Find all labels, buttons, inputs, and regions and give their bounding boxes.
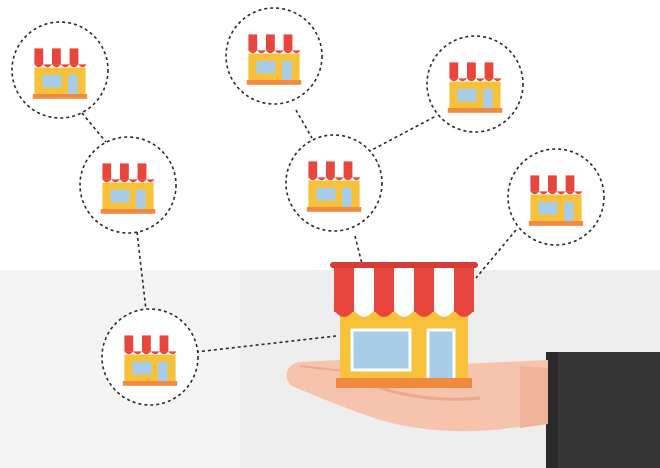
storefront-icon: [246, 34, 302, 85]
storefront-icon: [32, 48, 88, 99]
store-node: [101, 308, 199, 406]
store-node: [11, 21, 109, 119]
edge-store1-store2: [81, 112, 107, 143]
store-node: [507, 148, 605, 246]
central-store: [330, 262, 478, 388]
storefront-icon: [122, 335, 178, 386]
storefront-icon: [447, 62, 503, 113]
edge-store4-store5: [295, 109, 313, 139]
storefront-icon: [100, 163, 156, 214]
suit-sleeve-icon: [546, 352, 660, 468]
storefront-icon: [528, 175, 584, 226]
store-node: [225, 7, 323, 105]
storefront-icon: [306, 161, 362, 212]
store-node: [426, 35, 524, 133]
edge-store5-store6: [367, 115, 437, 153]
storefront-icon: [330, 262, 478, 388]
store-network-diagram: [0, 0, 660, 468]
diagram-canvas: [0, 7, 660, 468]
store-node: [79, 136, 177, 234]
store-node: [285, 134, 383, 232]
